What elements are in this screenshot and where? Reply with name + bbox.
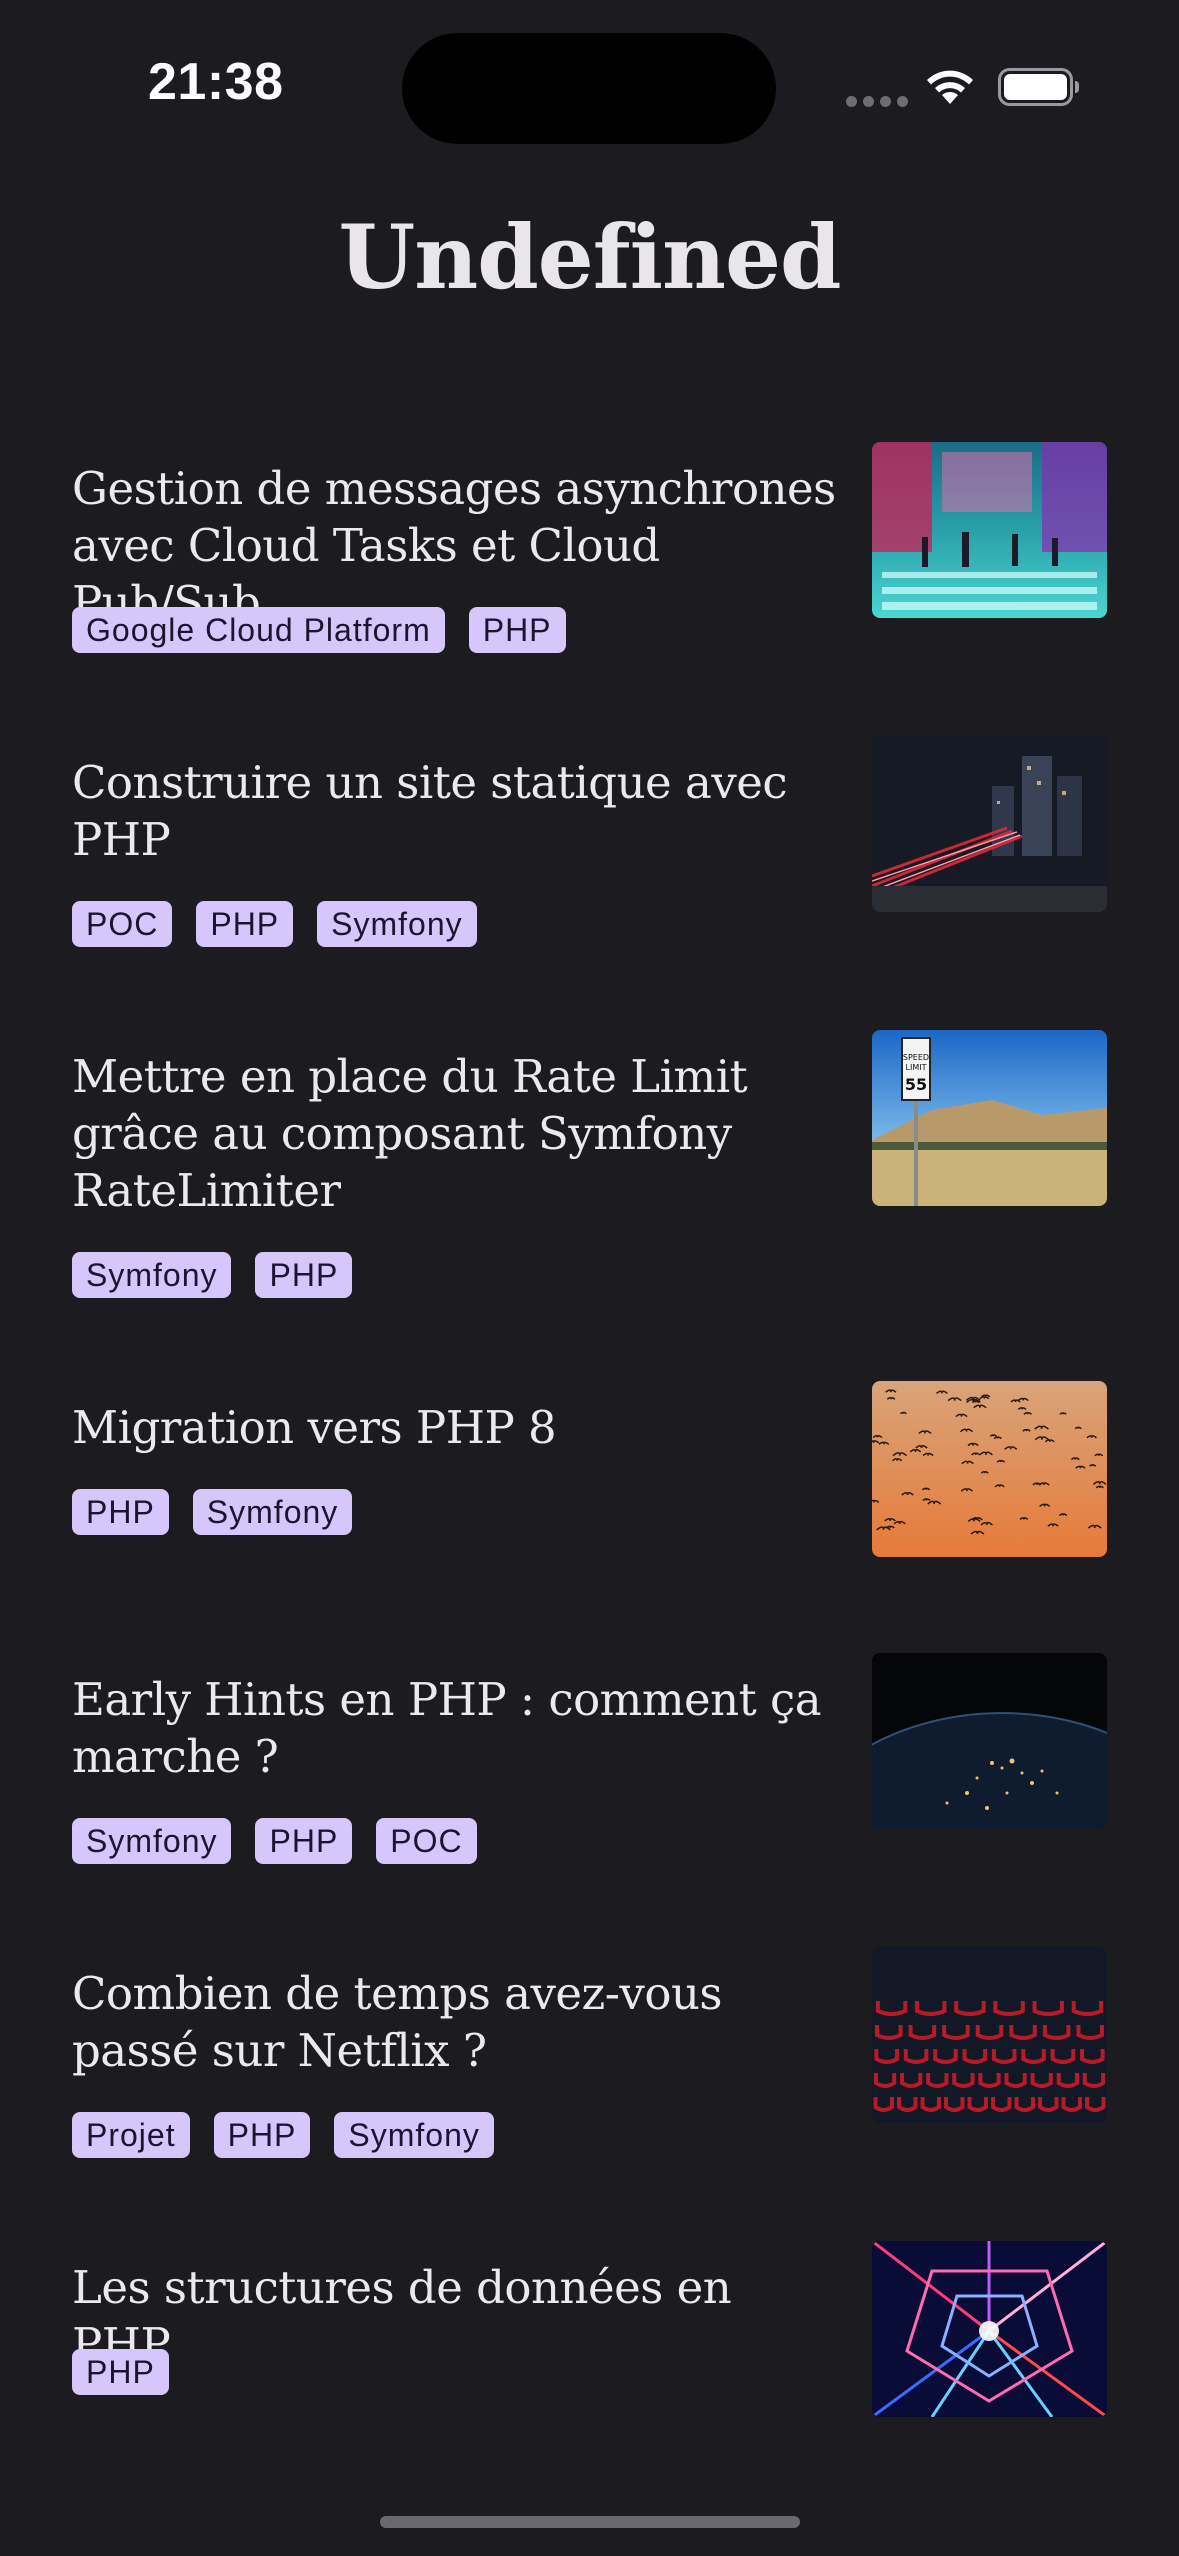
page-title: Undefined: [338, 205, 841, 309]
tag-chip[interactable]: PHP: [255, 1252, 353, 1298]
city-crosswalk-neon-photo: [872, 442, 1107, 618]
article-tags: POC PHP Symfony: [72, 901, 477, 947]
cellular-signal-icon: [846, 96, 908, 107]
tag-chip[interactable]: PHP: [72, 2349, 169, 2395]
wifi-icon: [927, 70, 973, 104]
birds-flock-sunset-photo: [872, 1381, 1107, 1557]
night-light-trails-photo: [872, 736, 1107, 912]
article-tags: PHP: [72, 2349, 169, 2395]
article-title: Mettre en place du Rate Limit grâce au c…: [72, 1050, 748, 1217]
article-tags: Symfony PHP POC: [72, 1818, 477, 1864]
article-title: Construire un site statique avec PHP: [72, 756, 788, 866]
svg-text:SPEED: SPEED: [903, 1053, 929, 1062]
svg-text:LIMIT: LIMIT: [906, 1063, 927, 1072]
tag-chip[interactable]: PHP: [196, 901, 294, 947]
article-title: Gestion de messages asynchrones avec Clo…: [72, 462, 836, 629]
tag-chip[interactable]: Symfony: [192, 1489, 353, 1535]
article-tags: PHP Symfony: [72, 1489, 353, 1535]
svg-text:55: 55: [905, 1075, 927, 1094]
tag-chip[interactable]: PHP: [72, 1489, 169, 1535]
status-bar: 21:38: [0, 0, 1179, 170]
article-tags: Projet PHP Symfony: [72, 2112, 494, 2158]
dynamic-island: [402, 33, 776, 144]
tag-chip[interactable]: Google Cloud Platform: [72, 607, 445, 653]
cinema-red-seats-photo: [872, 1947, 1107, 2123]
tag-chip[interactable]: Projet: [72, 2112, 190, 2158]
tag-chip[interactable]: Symfony: [334, 2112, 494, 2158]
tag-chip[interactable]: Symfony: [317, 901, 477, 947]
tag-chip[interactable]: POC: [72, 901, 173, 947]
neon-geometric-structure-photo: [872, 2241, 1107, 2417]
tag-chip[interactable]: PHP: [255, 1818, 353, 1864]
battery-icon: [998, 68, 1079, 106]
status-time: 21:38: [148, 53, 284, 111]
article-title: Migration vers PHP 8: [72, 1401, 557, 1454]
tag-chip[interactable]: PHP: [468, 607, 566, 653]
speed-limit-sign-photo: SPEED LIMIT 55: [872, 1030, 1107, 1206]
article-tags: Symfony PHP: [72, 1252, 353, 1298]
tag-chip[interactable]: Symfony: [72, 1252, 232, 1298]
tag-chip[interactable]: PHP: [213, 2112, 311, 2158]
home-indicator[interactable]: [380, 2516, 800, 2528]
article-title: Les structures de données en PHP: [72, 2261, 732, 2371]
article-title: Combien de temps avez-vous passé sur Net…: [72, 1967, 723, 2077]
article-title: Early Hints en PHP : comment ça marche ?: [72, 1673, 822, 1783]
tag-chip[interactable]: POC: [376, 1818, 477, 1864]
earth-night-lights-photo: [872, 1653, 1107, 1829]
tag-chip[interactable]: Symfony: [72, 1818, 232, 1864]
article-tags: Google Cloud Platform PHP: [72, 607, 566, 653]
